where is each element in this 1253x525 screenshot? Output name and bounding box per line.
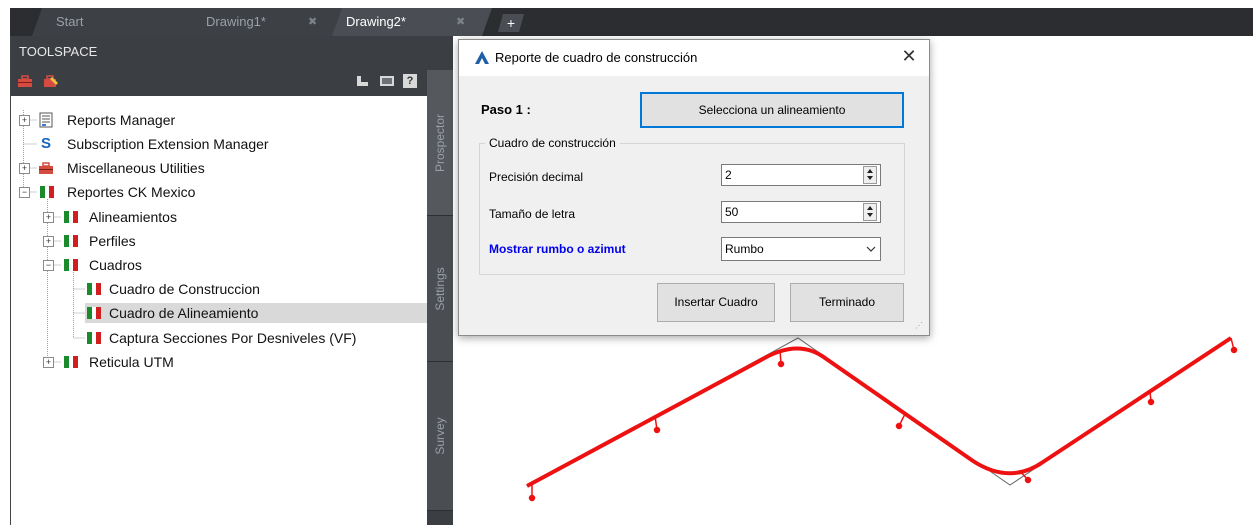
tree-item-cuadro-de-alineamiento[interactable]: Cuadro de Alineamiento [85,303,427,323]
panel-icon[interactable] [379,74,395,88]
tree-item-label: Miscellaneous Utilities [67,160,205,176]
tree-item-label: Reportes CK Mexico [67,184,196,200]
step-label: Paso 1 : [481,102,531,117]
toolspace-tree: + Reports Manager S Subscription Extensi… [11,96,428,525]
font-size-input[interactable]: 50 [721,201,881,223]
tab-drawing1[interactable]: Drawing1* ✖ [182,8,346,36]
tree-item-label: Cuadro de Alineamiento [109,305,259,321]
collapse-toggle[interactable]: − [43,260,54,271]
mexico-flag-icon [87,307,101,319]
tab-prospector[interactable]: Prospector [427,70,453,216]
subscription-icon: S [41,135,52,152]
station-ticks [528,337,1238,502]
dialog-title: Reporte de cuadro de construcción [495,50,698,65]
tab-start[interactable]: Start [32,8,202,36]
font-size-spinner[interactable] [863,203,877,221]
tab-strip: Start Drawing1* ✖ Drawing2* ✖ + [10,8,1253,36]
tab-label: Start [56,14,84,29]
tree-item-captura-secciones[interactable]: Captura Secciones Por Desniveles (VF) [85,328,425,348]
tab-label: Drawing2* [346,14,406,29]
side-tab-label: Survey [433,417,447,455]
tree-item-label: Reticula UTM [89,354,174,370]
alignment-line [526,336,1233,488]
toolbox-icon[interactable] [17,74,33,88]
bearing-label: Mostrar rumbo o azimut [489,242,626,256]
insert-table-button[interactable]: Insertar Cuadro [657,283,775,322]
expand-toggle[interactable]: + [43,212,54,223]
report-icon [39,112,53,128]
tree-item-label: Alineamientos [89,209,177,225]
mexico-flag-icon [87,332,101,344]
side-tab-label: Settings [433,266,447,311]
tree-item-label: Captura Secciones Por Desniveles (VF) [109,330,357,346]
mexico-flag-icon [64,259,78,271]
toolspace-side-tabs: Prospector Settings Survey [427,36,453,525]
tree-item-label: Perfiles [89,233,136,249]
chevron-down-icon [866,246,876,252]
resize-grip-icon[interactable]: ⋰ [915,321,923,330]
tab-survey[interactable]: Survey [427,362,453,511]
autodesk-logo-icon [475,51,489,64]
tree-item-subscription-extension-manager[interactable]: S Subscription Extension Manager [37,134,337,154]
toolspace-panel: TOOLSPACE ? + Reports Manager S Subscrip… [10,36,428,525]
tree-item-label: Cuadro de Construccion [109,281,260,297]
mexico-flag-icon [64,211,78,223]
toolspace-toolbar: ? [11,68,428,96]
select-alignment-button[interactable]: Selecciona un alineamiento [640,92,904,128]
group-label: Cuadro de construcción [485,136,620,150]
expand-toggle[interactable]: + [19,163,30,174]
done-button[interactable]: Terminado [790,283,904,322]
close-tab-icon[interactable]: ✖ [308,8,317,36]
document-tab-bar: Start Drawing1* ✖ Drawing2* ✖ + [0,0,1253,36]
new-tab-button[interactable]: + [498,14,524,32]
tree-item-reportes-ck-mexico[interactable]: Reportes CK Mexico [37,182,287,202]
edit-toolbox-icon[interactable] [43,74,59,88]
tree-item-cuadros[interactable]: Cuadros [61,255,261,275]
construction-table-dialog: Reporte de cuadro de construcción ✕ Paso… [458,39,930,336]
tangent-lines [526,337,1232,487]
expand-toggle[interactable]: + [43,357,54,368]
precision-label: Precisión decimal [489,170,584,184]
side-tab-label: Prospector [433,113,447,172]
toolbox-icon [39,162,53,174]
mexico-flag-icon [40,186,54,199]
precision-spinner[interactable] [863,166,877,184]
tree-item-label: Subscription Extension Manager [67,136,269,152]
font-size-label: Tamaño de letra [489,207,576,221]
tree-item-reticula-utm[interactable]: Reticula UTM [61,352,261,372]
close-tab-icon[interactable]: ✖ [456,8,465,36]
bearing-select-value: Rumbo [725,242,764,256]
mexico-flag-icon [87,283,101,295]
dialog-title-bar[interactable]: Reporte de cuadro de construcción ✕ [459,40,929,76]
tree-item-miscellaneous-utilities[interactable]: Miscellaneous Utilities [37,158,287,178]
toolspace-title[interactable]: TOOLSPACE [11,36,428,68]
close-button[interactable]: ✕ [899,46,919,66]
tab-settings[interactable]: Settings [427,216,453,362]
mexico-flag-icon [64,235,78,247]
tree-item-label: Cuadros [89,257,142,273]
tree-item-perfiles[interactable]: Perfiles [61,231,261,251]
window-edge [0,36,10,525]
expand-toggle[interactable]: + [43,236,54,247]
tab-label: Drawing1* [206,14,266,29]
tab-drawing2[interactable]: Drawing2* ✖ [332,8,492,36]
help-icon[interactable]: ? [403,74,417,88]
precision-input[interactable]: 2 [721,164,881,186]
mexico-flag-icon [64,356,78,368]
tree-item-alineamientos[interactable]: Alineamientos [61,207,261,227]
tree-item-reports-manager[interactable]: Reports Manager [37,110,287,130]
collapse-toggle[interactable]: − [19,187,30,198]
tree-item-label: Reports Manager [67,112,176,128]
tree-item-cuadro-de-construccion[interactable]: Cuadro de Construccion [85,279,405,299]
bearing-select[interactable]: Rumbo [721,237,881,261]
pin-icon[interactable] [355,74,371,88]
expand-toggle[interactable]: + [19,115,30,126]
